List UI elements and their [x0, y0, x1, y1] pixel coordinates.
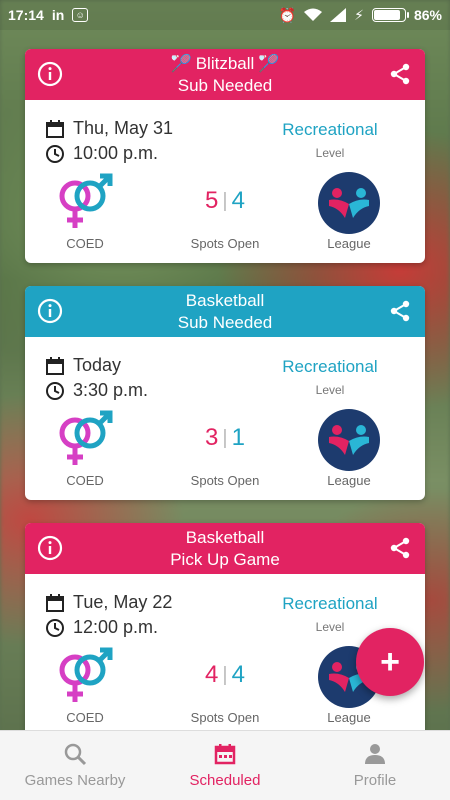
spots-remaining: 1	[231, 424, 245, 451]
players-icon	[329, 188, 369, 218]
league-label: League	[327, 236, 371, 251]
person-icon	[365, 744, 385, 764]
spots-open-count: 4 | 4	[165, 646, 285, 704]
spots-separator: |	[222, 189, 228, 212]
coed-gender-icon	[59, 410, 113, 465]
share-icon	[390, 63, 410, 85]
calendar-icon	[46, 356, 64, 375]
game-kind: Pick Up Game	[170, 549, 280, 569]
level-value: Recreational	[282, 120, 378, 139]
alarm-icon: ⏰	[278, 6, 297, 23]
calendar-icon	[46, 593, 64, 612]
clock-icon	[46, 144, 64, 163]
league-logo	[318, 172, 380, 234]
game-card[interactable]: 🏸Basketball🏸 Sub Needed Today 3:30 p.m. …	[25, 286, 425, 500]
level-label: Level	[315, 146, 345, 160]
clock-icon	[46, 381, 64, 400]
info-button[interactable]	[37, 298, 63, 324]
gender-label: COED	[66, 236, 104, 251]
nav-scheduled[interactable]: Scheduled	[150, 731, 300, 800]
spots-label: Spots Open	[190, 710, 260, 725]
share-button[interactable]	[387, 298, 413, 324]
share-button[interactable]	[387, 535, 413, 561]
racket-icon: 🏸	[170, 53, 192, 73]
calendar-icon	[214, 744, 236, 765]
game-kind: Sub Needed	[177, 312, 273, 332]
info-icon	[37, 61, 63, 87]
nav-label: Profile	[353, 772, 397, 789]
players-icon	[329, 425, 369, 455]
sport-name: Basketball	[185, 290, 265, 310]
share-icon	[390, 537, 410, 559]
level-value: Recreational	[282, 594, 378, 613]
info-icon	[37, 535, 63, 561]
spots-separator: |	[222, 663, 228, 686]
league-label: League	[327, 473, 371, 488]
scheduled-games-list[interactable]: 🏸 Blitzball 🏸 Sub Needed Thu, May 31 10:00…	[0, 30, 450, 730]
game-date: Tue, May 22	[73, 592, 173, 612]
card-header: 🏸 Blitzball 🏸 Sub Needed	[25, 49, 425, 100]
league-label: League	[327, 710, 371, 725]
signal-icon	[330, 8, 347, 22]
game-time: 10:00 p.m.	[73, 143, 159, 163]
calendar-icon	[46, 119, 64, 138]
game-card[interactable]: 🏸Basketball🏸 Pick Up Game Tue, May 22 12…	[25, 523, 425, 730]
clock-icon	[46, 618, 64, 637]
add-game-button[interactable]: +	[356, 628, 424, 696]
gender-label: COED	[66, 710, 104, 725]
nav-games-nearby[interactable]: Games Nearby	[0, 731, 150, 800]
charging-icon: ⚡	[354, 6, 364, 23]
game-date: Today	[73, 355, 122, 375]
search-icon	[64, 743, 87, 766]
league-logo	[318, 409, 380, 471]
bottom-navigation: Games Nearby Scheduled Profile	[0, 730, 450, 800]
status-bar: 17:14 in ☺ ⏰ ⚡ 86%	[0, 0, 450, 30]
spots-remaining: 4	[231, 661, 245, 688]
spots-filled: 5	[205, 187, 219, 214]
sport-name: Basketball	[185, 527, 265, 547]
card-header: 🏸Basketball🏸 Sub Needed	[25, 286, 425, 337]
spots-remaining: 4	[231, 187, 245, 214]
level-value: Recreational	[282, 357, 378, 376]
game-time: 3:30 p.m.	[73, 380, 149, 400]
spots-separator: |	[222, 426, 228, 449]
game-date: Thu, May 31	[73, 118, 174, 138]
coed-gender-icon	[59, 647, 113, 702]
spots-filled: 4	[205, 661, 219, 688]
level-label: Level	[315, 383, 345, 397]
nav-label: Scheduled	[189, 772, 261, 789]
info-icon	[37, 298, 63, 324]
card-header: 🏸Basketball🏸 Pick Up Game	[25, 523, 425, 574]
android-icon: ☺	[72, 8, 89, 22]
share-icon	[390, 300, 410, 322]
info-button[interactable]	[37, 61, 63, 87]
racket-icon: 🏸	[258, 53, 280, 73]
wifi-icon	[304, 8, 323, 21]
spots-filled: 3	[205, 424, 219, 451]
battery-icon	[371, 8, 409, 22]
info-button[interactable]	[37, 535, 63, 561]
clock: 17:14	[8, 7, 44, 23]
battery-percent: 86%	[413, 7, 442, 23]
game-card[interactable]: 🏸 Blitzball 🏸 Sub Needed Thu, May 31 10:00…	[25, 49, 425, 263]
linkedin-icon: in	[51, 7, 65, 23]
spots-label: Spots Open	[190, 236, 260, 251]
sport-name: Blitzball	[195, 53, 255, 73]
game-time: 12:00 p.m.	[73, 617, 159, 637]
game-kind: Sub Needed	[177, 75, 273, 95]
spots-label: Spots Open	[190, 473, 260, 488]
gender-label: COED	[66, 473, 104, 488]
spots-open-count: 3 | 1	[165, 409, 285, 467]
nav-profile[interactable]: Profile	[300, 731, 450, 800]
nav-label: Games Nearby	[24, 772, 126, 789]
share-button[interactable]	[387, 61, 413, 87]
spots-open-count: 5 | 4	[165, 172, 285, 230]
coed-gender-icon	[59, 173, 113, 228]
